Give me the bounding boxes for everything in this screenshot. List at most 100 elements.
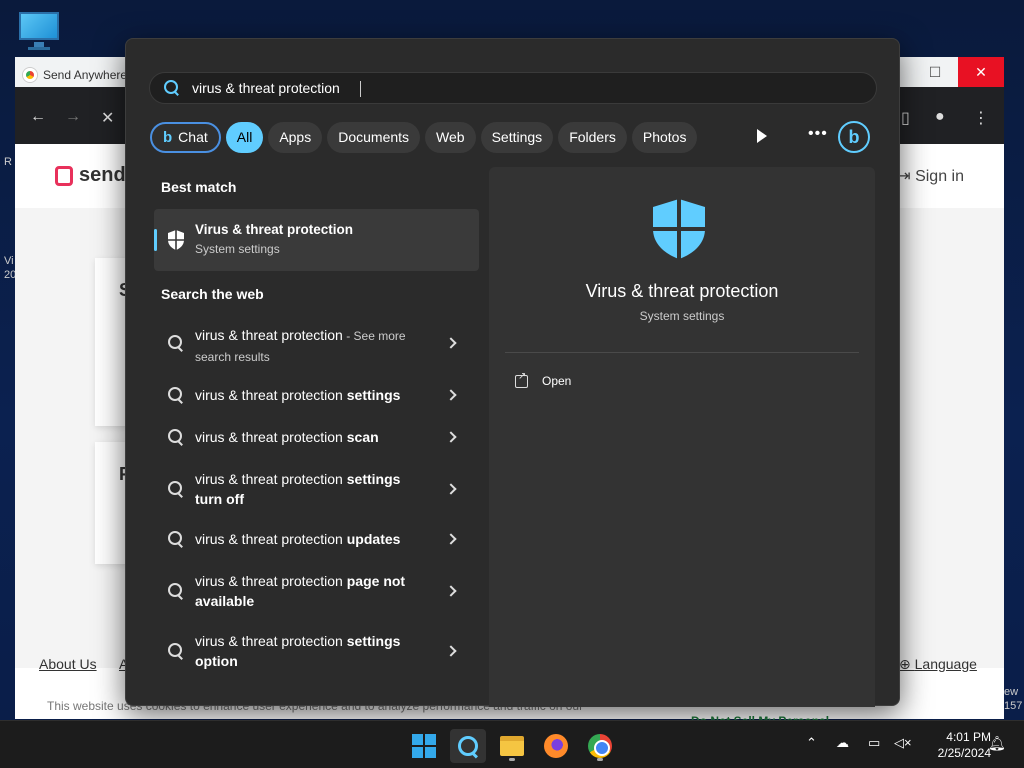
running-indicator <box>597 758 603 761</box>
firefox-button[interactable] <box>538 729 574 763</box>
chevron-up-icon[interactable]: ⌃ <box>806 735 817 751</box>
web-result-text: virus & threat protection <box>195 327 343 343</box>
file-explorer-button[interactable] <box>494 729 530 763</box>
filter-documents[interactable]: Documents <box>327 121 421 153</box>
chrome-icon <box>588 734 612 758</box>
open-label: Open <box>542 374 572 388</box>
preview-pane: Virus & threat protection System setting… <box>489 167 875 707</box>
filter-web[interactable]: Web <box>425 121 476 153</box>
side-panel-icon[interactable]: ▯ <box>901 108 910 128</box>
play-icon[interactable] <box>757 129 767 143</box>
filter-chat[interactable]: b Chat <box>150 121 221 153</box>
notification-bell-icon[interactable]: 🔔︎ <box>988 735 1006 752</box>
clock[interactable]: 4:01 PM 2/25/2024 <box>916 729 991 761</box>
filter-settings[interactable]: Settings <box>480 121 554 153</box>
search-icon <box>168 481 184 497</box>
text-cursor <box>360 81 361 97</box>
web-result-text: virus & threat protection <box>195 471 347 487</box>
start-button[interactable] <box>406 729 442 763</box>
browser-tab[interactable]: Send Anywhere <box>23 63 127 87</box>
sign-in-link[interactable]: ⇥ Sign in <box>897 166 964 186</box>
taskbar: ⌃ ☁ ▭ ◁× 4:01 PM 2/25/2024 🔔︎ <box>0 720 1024 768</box>
web-result-emphasis: updates <box>346 531 401 547</box>
language-link[interactable]: ⊕ Language <box>899 656 977 673</box>
desktop-text-fragment: 157 <box>1004 700 1023 712</box>
web-result-text: virus & threat protection <box>195 573 347 589</box>
start-search-panel: b Chat All Apps Documents Web Settings F… <box>125 38 900 707</box>
web-result-item[interactable]: virus & threat protection - See more sea… <box>154 323 479 364</box>
preview-subtitle: System settings <box>639 309 725 323</box>
network-icon[interactable]: ▭ <box>868 735 880 751</box>
filter-photos[interactable]: Photos <box>631 121 698 153</box>
web-result-item[interactable]: virus & threat protection settings turn … <box>154 469 479 509</box>
desktop-text-fragment: Vi <box>4 255 14 267</box>
taskbar-search-button[interactable] <box>450 729 486 763</box>
shield-icon <box>168 230 184 250</box>
web-result-text: virus & threat protection <box>195 633 347 649</box>
web-result-text: virus & threat protection <box>195 531 347 547</box>
footer-link-about[interactable]: About Us <box>39 656 97 672</box>
search-icon <box>168 583 184 599</box>
volume-muted-icon[interactable]: ◁× <box>894 735 912 751</box>
logo-icon <box>55 165 73 186</box>
windows-logo-icon <box>412 734 436 758</box>
profile-icon[interactable]: ● <box>935 108 945 126</box>
more-options-icon[interactable]: ••• <box>808 125 828 143</box>
chevron-right-icon <box>445 337 457 349</box>
forward-arrow-icon[interactable]: → <box>65 108 81 126</box>
search-icon <box>168 387 184 403</box>
maximize-button[interactable]: ☐ <box>912 57 958 87</box>
chrome-button[interactable] <box>582 729 618 763</box>
shield-icon <box>653 199 705 259</box>
file-explorer-icon <box>500 736 524 756</box>
web-result-item[interactable]: virus & threat protection page not avail… <box>154 571 479 611</box>
close-button[interactable]: ✕ <box>958 57 1004 87</box>
desktop-text-fragment: ew <box>1004 686 1019 698</box>
bing-chat-icon: b <box>163 128 173 146</box>
web-result-text: virus & threat protection <box>195 429 347 445</box>
open-external-icon <box>515 371 528 388</box>
onedrive-icon[interactable]: ☁ <box>836 735 849 751</box>
chevron-right-icon <box>445 533 457 545</box>
firefox-icon <box>544 734 568 758</box>
search-icon <box>168 643 184 659</box>
web-result-item[interactable]: virus & threat protection updates <box>154 529 479 549</box>
web-result-item[interactable]: virus & threat protection scan <box>154 427 479 447</box>
search-input[interactable] <box>192 80 792 96</box>
web-result-emphasis: scan <box>346 429 379 445</box>
search-web-heading: Search the web <box>161 286 264 302</box>
chevron-right-icon <box>445 483 457 495</box>
desktop-computer-icon[interactable] <box>18 10 62 50</box>
search-icon <box>457 735 479 757</box>
bing-icon[interactable]: b <box>838 121 870 153</box>
best-match-title: Virus & threat protection <box>195 222 354 237</box>
menu-icon[interactable]: ⋮ <box>973 108 989 128</box>
running-indicator <box>509 758 515 761</box>
filter-folders[interactable]: Folders <box>558 121 627 153</box>
selection-indicator <box>154 229 157 251</box>
stop-loading-icon[interactable]: ✕ <box>101 108 114 128</box>
web-result-emphasis: settings <box>346 387 401 403</box>
search-box[interactable] <box>149 72 877 104</box>
search-icon <box>168 335 184 351</box>
web-result-item[interactable]: virus & threat protection settings optio… <box>154 631 479 671</box>
best-match-subtitle: System settings <box>195 242 280 256</box>
open-action[interactable]: Open <box>515 371 572 388</box>
preview-title: Virus & threat protection <box>585 281 779 301</box>
web-result-item[interactable]: virus & threat protection settings <box>154 385 479 405</box>
chevron-right-icon <box>445 431 457 443</box>
desktop-text-fragment: R <box>4 156 12 168</box>
back-arrow-icon[interactable]: ← <box>30 108 46 126</box>
filter-apps[interactable]: Apps <box>268 121 323 153</box>
search-icon <box>164 80 180 96</box>
search-icon <box>168 531 184 547</box>
chevron-right-icon <box>445 585 457 597</box>
filter-all[interactable]: All <box>225 121 264 153</box>
divider <box>505 352 859 353</box>
best-match-item[interactable]: Virus & threat protection System setting… <box>154 209 479 271</box>
filter-bar: b Chat All Apps Documents Web Settings F… <box>150 121 698 153</box>
search-icon <box>168 429 184 445</box>
tab-title: Send Anywhere <box>43 68 128 82</box>
chevron-right-icon <box>445 645 457 657</box>
chevron-right-icon <box>445 389 457 401</box>
